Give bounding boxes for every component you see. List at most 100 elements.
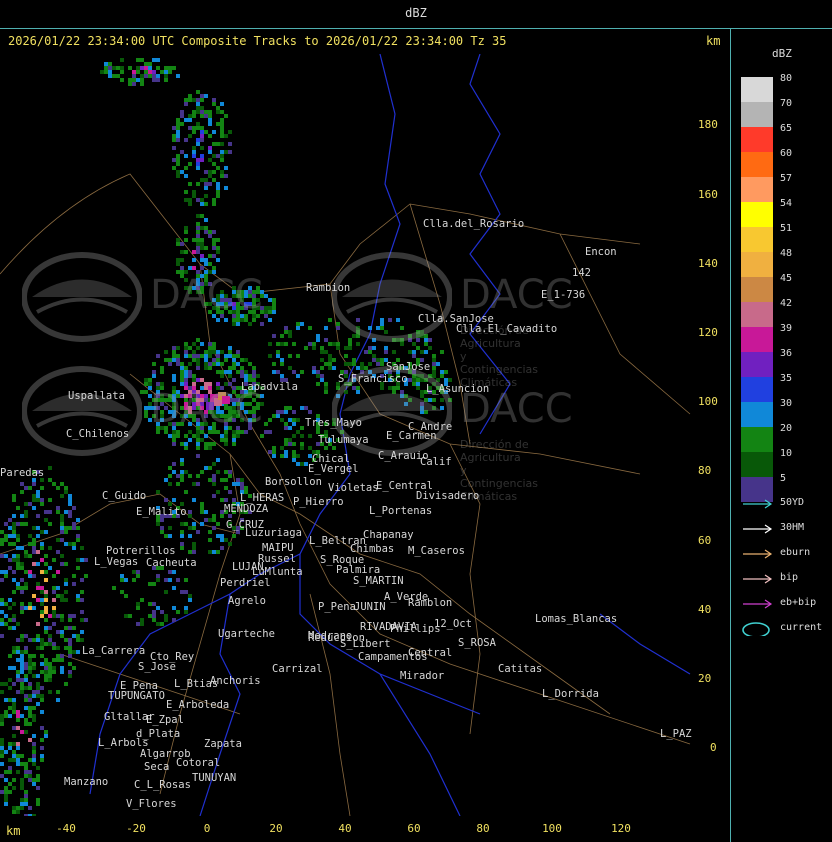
echo-cell [20, 762, 24, 766]
x-tick: 80 [476, 822, 490, 835]
echo-cell [40, 710, 44, 714]
echo-cell [184, 490, 188, 494]
echo-cell [0, 762, 4, 766]
echo-cell [232, 318, 236, 322]
echo-cell [260, 322, 264, 326]
echo-cell [224, 486, 228, 490]
echo-cell [208, 262, 212, 266]
echo-cell [200, 510, 204, 514]
echo-cell [156, 606, 160, 610]
echo-cell [168, 434, 172, 438]
echo-cell [196, 354, 200, 358]
y-tick: 80 [698, 464, 712, 477]
echo-cell [132, 578, 136, 582]
echo-cell [184, 606, 188, 610]
echo-cell [332, 358, 336, 362]
echo-cell [68, 642, 72, 646]
echo-cell [32, 654, 36, 658]
echo-cell [40, 610, 44, 614]
echo-cell [132, 570, 136, 574]
echo-cell [32, 526, 36, 530]
echo-cell [16, 554, 20, 558]
echo-cell [132, 74, 136, 78]
echo-cell [32, 758, 36, 762]
echo-cell [188, 474, 192, 478]
echo-cell [32, 674, 36, 678]
echo-cell [272, 306, 276, 310]
echo-cell [244, 486, 248, 490]
echo-cell [68, 514, 72, 518]
echo-cell [72, 506, 76, 510]
echo-cell [212, 198, 216, 202]
echo-cell [424, 350, 428, 354]
echo-cell [124, 578, 128, 582]
echo-cell [216, 106, 220, 110]
echo-cell [292, 454, 296, 458]
echo-cell [196, 226, 200, 230]
echo-cell [268, 310, 272, 314]
echo-cell [76, 638, 80, 642]
echo-cell [40, 638, 44, 642]
echo-cell [28, 778, 32, 782]
echo-cell [64, 682, 68, 686]
echo-cell [52, 590, 56, 594]
echo-cell [180, 374, 184, 378]
echo-cell [236, 350, 240, 354]
echo-cell [36, 498, 40, 502]
echo-cell [204, 170, 208, 174]
echo-cell [216, 182, 220, 186]
echo-cell [180, 458, 184, 462]
echo-cell [168, 66, 172, 70]
echo-cell [212, 162, 216, 166]
echo-cell [204, 366, 208, 370]
echo-cell [220, 350, 224, 354]
echo-cell [16, 754, 20, 758]
place-label: Clla.El_Cavadito [456, 323, 558, 335]
echo-cell [324, 326, 328, 330]
echo-cell [252, 366, 256, 370]
echo-cell [284, 438, 288, 442]
echo-cell [172, 158, 176, 162]
echo-cell [192, 434, 196, 438]
echo-cell [20, 546, 24, 550]
track-arrow-icon [743, 549, 773, 559]
legend-swatch [741, 277, 773, 302]
echo-cell [28, 602, 32, 606]
echo-cell [172, 470, 176, 474]
echo-cell [224, 370, 228, 374]
echo-cell [4, 786, 8, 790]
echo-cell [212, 246, 216, 250]
echo-cell [124, 614, 128, 618]
echo-cell [148, 74, 152, 78]
echo-cell [36, 494, 40, 498]
echo-cell [188, 510, 192, 514]
place-label: E_Arboleda [166, 699, 230, 711]
echo-cell [32, 574, 36, 578]
echo-cell [72, 522, 76, 526]
echo-cell [32, 714, 36, 718]
place-label: Mirador [400, 670, 445, 682]
echo-cell [180, 170, 184, 174]
place-label: TUNUYAN [192, 772, 237, 784]
echo-cell [40, 746, 44, 750]
echo-cell [344, 354, 348, 358]
echo-cell [56, 630, 60, 634]
echo-cell [148, 66, 152, 70]
y-tick: 180 [698, 118, 718, 131]
echo-cell [196, 474, 200, 478]
echo-cell [204, 442, 208, 446]
echo-cell [212, 526, 216, 530]
echo-cell [68, 638, 72, 642]
echo-cell [204, 358, 208, 362]
echo-cell [12, 558, 16, 562]
echo-cell [228, 142, 232, 146]
echo-cell [208, 346, 212, 350]
echo-cell [0, 750, 4, 754]
echo-cell [320, 350, 324, 354]
echo-cell [232, 358, 236, 362]
echo-cell [44, 510, 48, 514]
echo-cell [44, 670, 48, 674]
echo-cell [212, 514, 216, 518]
echo-cell [124, 594, 128, 598]
echo-cell [204, 186, 208, 190]
